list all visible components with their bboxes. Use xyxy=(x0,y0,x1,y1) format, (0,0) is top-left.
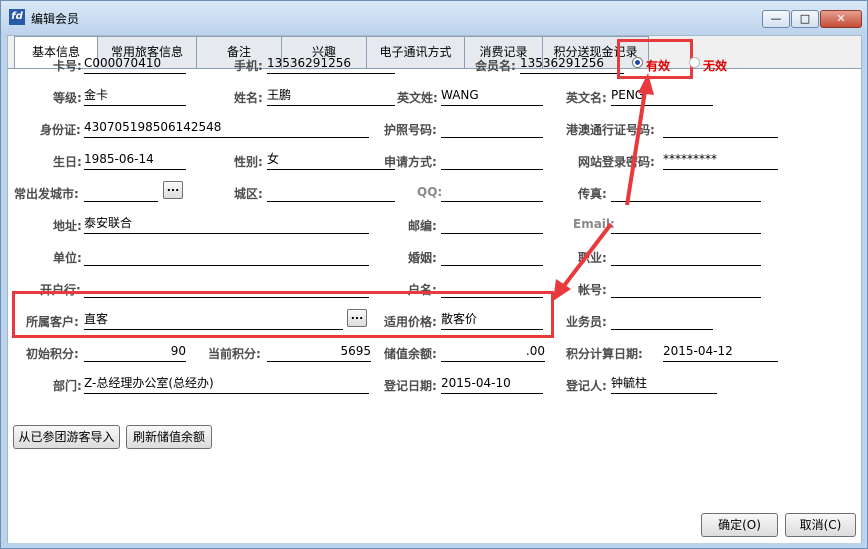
passport-label: 护照号码: xyxy=(384,123,437,137)
id-card-field[interactable]: 430705198506142548 xyxy=(84,119,369,138)
salesman-field[interactable] xyxy=(611,311,713,330)
status-valid-radio[interactable] xyxy=(632,57,643,68)
arrow-head-price-icon xyxy=(553,279,571,301)
name-field[interactable]: 王鹏 xyxy=(267,87,395,106)
basic-info-panel: 卡号: C000070410 手机: 13536291256 会员名: 1353… xyxy=(8,39,861,543)
status-invalid-label: 无效 xyxy=(703,59,728,73)
card-no-label: 卡号: xyxy=(53,59,82,73)
cancel-button[interactable]: 取消(C) xyxy=(785,513,856,537)
import-from-tourists-button[interactable]: 从已参团游客导入 xyxy=(13,425,120,449)
address-field[interactable]: 泰安联合 xyxy=(84,215,369,234)
edit-member-window: fd 编辑会员 — □ ✕ 基本信息 常用旅客信息 备注 兴趣 电子通讯方式 消… xyxy=(0,0,868,549)
email-label: Email: xyxy=(573,217,615,231)
maximize-button[interactable]: □ xyxy=(791,10,819,28)
birthday-label: 生日: xyxy=(53,155,82,169)
card-no-field[interactable]: C000070410 xyxy=(84,55,186,74)
hk-permit-label: 港澳通行证号码: xyxy=(566,123,655,137)
balance-label: 储值余额: xyxy=(384,347,437,361)
ok-button[interactable]: 确定(O) xyxy=(701,513,778,537)
refresh-balance-button[interactable]: 刷新储值余额 xyxy=(126,425,212,449)
gender-label: 性别: xyxy=(234,155,263,169)
level-field[interactable]: 金卡 xyxy=(84,87,186,106)
points-calc-date-field[interactable]: 2015-04-12 xyxy=(663,343,778,362)
register-date-field[interactable]: 2015-04-10 xyxy=(441,375,543,394)
en-surname-field[interactable]: WANG xyxy=(441,87,543,106)
en-surname-label: 英文姓: xyxy=(397,91,438,105)
register-date-label: 登记日期: xyxy=(384,379,437,393)
occupation-label: 职业: xyxy=(578,251,607,265)
unit-label: 单位: xyxy=(53,251,82,265)
department-field[interactable]: Z-总经理办公室(总经办) xyxy=(84,375,369,394)
price-field[interactable]: 散客价 xyxy=(441,311,543,330)
current-points-field[interactable]: 5695 xyxy=(267,343,371,362)
passport-field[interactable] xyxy=(441,119,543,138)
fax-label: 传真: xyxy=(578,187,607,201)
email-field[interactable] xyxy=(611,215,761,234)
current-points-label: 当前积分: xyxy=(208,347,261,361)
address-label: 地址: xyxy=(53,219,82,233)
close-icon: ✕ xyxy=(836,12,846,25)
hk-permit-field[interactable] xyxy=(663,119,778,138)
postcode-field[interactable] xyxy=(441,215,543,234)
name-label: 姓名: xyxy=(234,91,263,105)
mobile-label: 手机: xyxy=(234,59,263,73)
district-label: 城区: xyxy=(234,187,263,201)
department-label: 部门: xyxy=(53,379,82,393)
maximize-icon: □ xyxy=(799,12,811,25)
birthday-field[interactable]: 1985-06-14 xyxy=(84,151,186,170)
title-bar: fd 编辑会员 — □ ✕ xyxy=(1,1,867,35)
web-password-label: 网站登录密码: xyxy=(578,155,655,169)
account-no-label: 帐号: xyxy=(578,283,607,297)
web-password-field[interactable]: ********* xyxy=(663,151,778,170)
customer-field[interactable]: 直客 xyxy=(84,311,343,330)
occupation-field[interactable] xyxy=(611,247,761,266)
level-label: 等级: xyxy=(53,91,82,105)
id-card-label: 身份证: xyxy=(40,123,81,137)
mobile-field[interactable]: 13536291256 xyxy=(267,55,395,74)
unit-field[interactable] xyxy=(84,247,369,266)
postcode-label: 邮编: xyxy=(408,219,437,233)
salesman-label: 业务员: xyxy=(566,315,607,329)
apply-method-field[interactable] xyxy=(441,151,543,170)
depart-city-field[interactable] xyxy=(84,183,158,202)
qq-field[interactable] xyxy=(441,183,543,202)
price-label: 适用价格: xyxy=(384,315,437,329)
en-name-field[interactable]: PENG xyxy=(611,87,713,106)
depart-city-picker-button[interactable]: ... xyxy=(163,181,183,199)
app-icon: fd xyxy=(9,9,25,25)
en-name-label: 英文名: xyxy=(566,91,607,105)
initial-points-field[interactable]: 90 xyxy=(84,343,186,362)
apply-method-label: 申请方式: xyxy=(384,155,437,169)
registrar-field[interactable]: 钟毓柱 xyxy=(611,375,717,394)
member-name-label: 会员名: xyxy=(475,59,516,73)
points-calc-date-label: 积分计算日期: xyxy=(566,347,643,361)
minimize-icon: — xyxy=(770,12,782,25)
customer-label: 所属客户: xyxy=(26,315,79,329)
gender-field[interactable]: 女 xyxy=(267,151,395,170)
marriage-field[interactable] xyxy=(441,247,543,266)
initial-points-label: 初始积分: xyxy=(26,347,79,361)
account-no-field[interactable] xyxy=(611,279,761,298)
registrar-label: 登记人: xyxy=(566,379,607,393)
depart-city-label: 常出发城市: xyxy=(14,187,79,201)
qq-label: QQ: xyxy=(417,185,443,199)
status-valid-label: 有效 xyxy=(646,59,671,73)
member-name-field[interactable]: 13536291256 xyxy=(520,55,624,74)
balance-field[interactable]: .00 xyxy=(441,343,545,362)
status-invalid-radio[interactable] xyxy=(689,57,700,68)
fax-field[interactable] xyxy=(611,183,761,202)
close-button[interactable]: ✕ xyxy=(820,10,862,28)
minimize-button[interactable]: — xyxy=(762,10,790,28)
dialog-client-area: 基本信息 常用旅客信息 备注 兴趣 电子通讯方式 消费记录 积分送现金记录 卡号… xyxy=(7,35,862,543)
customer-picker-button[interactable]: ... xyxy=(347,309,367,327)
marriage-label: 婚姻: xyxy=(408,251,437,265)
district-field[interactable] xyxy=(267,183,395,202)
window-title: 编辑会员 xyxy=(31,12,80,26)
